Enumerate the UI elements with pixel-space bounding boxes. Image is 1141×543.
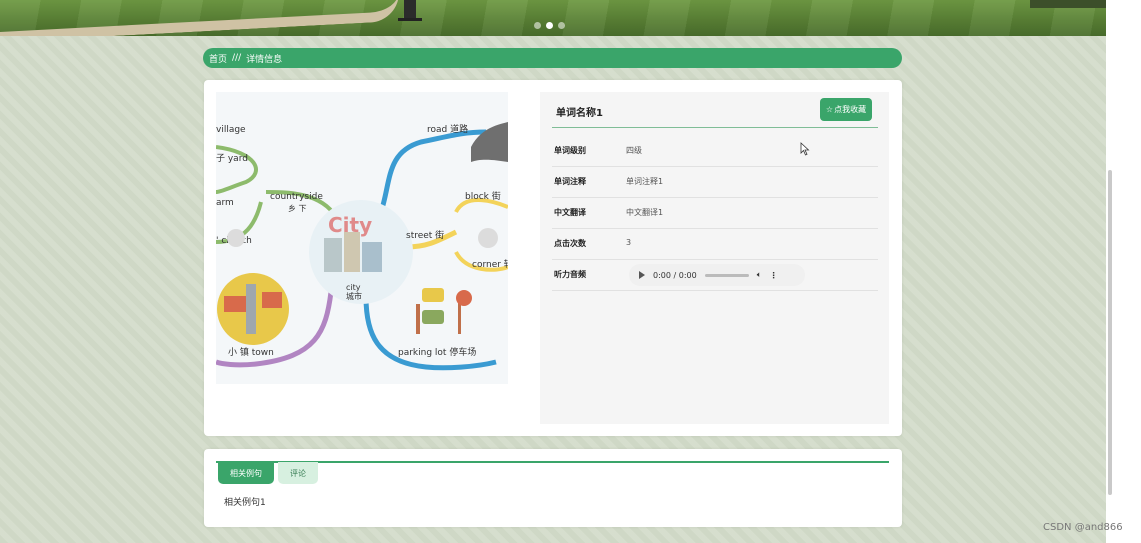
breadcrumb-separator: /// (232, 53, 242, 63)
breadcrumb-current: 详情信息 (246, 54, 283, 65)
word-image: City city 城市 village 子 yard arm ' church… (216, 92, 508, 384)
svg-text:city: city (346, 283, 361, 292)
banner-carousel (0, 0, 1106, 36)
audio-player[interactable]: 0:00 / 0:00 🔈︎ ⋮ (629, 264, 805, 286)
svg-text:小 镇 town: 小 镇 town (228, 346, 274, 358)
row-label: 中文翻译 (554, 208, 586, 217)
detail-row-clicks: 点击次数 3 (552, 229, 878, 260)
svg-text:城市: 城市 (346, 291, 362, 301)
svg-text:countryside: countryside (270, 192, 323, 202)
detail-row-translation: 中文翻译 中文翻译1 (552, 198, 878, 229)
scrollbar[interactable] (1108, 170, 1112, 495)
detail-row-audio: 听力音频 0:00 / 0:00 🔈︎ ⋮ (552, 260, 878, 291)
row-value: 四级 (626, 146, 642, 155)
watermark: CSDN @and866 (1043, 522, 1123, 533)
row-label: 单词级别 (554, 146, 586, 155)
detail-rows: 单词级别 四级 单词注释 单词注释1 中文翻译 中文翻译1 点击次数 3 听力音… (552, 136, 878, 291)
row-label: 点击次数 (554, 239, 586, 248)
detail-header: 单词名称1 ☆ 点我收藏 (552, 98, 878, 128)
row-value: 中文翻译1 (626, 208, 664, 217)
row-label: 单词注释 (554, 177, 586, 186)
favorite-button-label: 点我收藏 (834, 105, 867, 114)
more-options-icon[interactable]: ⋮ (770, 271, 778, 280)
detail-panel: 单词名称1 ☆ 点我收藏 单词级别 四级 单词注释 单词注释1 中文翻译 中文翻… (540, 92, 889, 424)
tab-comments[interactable]: 评论 (278, 462, 318, 484)
svg-text:block 街: block 街 (465, 190, 501, 202)
svg-text:road 道路: road 道路 (427, 123, 468, 135)
breadcrumb-home[interactable]: 首页 (209, 52, 227, 65)
svg-text:parking lot 停车场: parking lot 停车场 (398, 346, 476, 358)
row-label: 听力音频 (554, 270, 586, 279)
tabs-card: 相关例句 评论 相关例句1 (204, 449, 902, 527)
tab-content: 相关例句1 (224, 498, 266, 508)
volume-icon[interactable]: 🔈︎ (757, 270, 762, 280)
breadcrumb: 首页 /// 详情信息 (203, 48, 902, 68)
carousel-dots (534, 22, 565, 29)
svg-text:street 街: street 街 (406, 229, 444, 241)
star-icon: ☆ (825, 105, 834, 114)
favorite-button[interactable]: ☆ 点我收藏 (820, 98, 872, 121)
svg-text:corner 转: corner 转 (472, 258, 508, 270)
play-icon[interactable] (639, 271, 645, 279)
detail-card: City city 城市 village 子 yard arm ' church… (204, 80, 902, 436)
audio-time: 0:00 / 0:00 (653, 270, 697, 280)
audio-progress[interactable] (704, 273, 749, 277)
row-value: 3 (626, 238, 632, 247)
svg-text:village: village (216, 125, 246, 135)
word-title: 单词名称1 (556, 108, 603, 119)
carousel-dot[interactable] (534, 22, 541, 29)
tab-examples[interactable]: 相关例句 (218, 462, 274, 484)
carousel-dot-active[interactable] (546, 22, 553, 29)
svg-text:子 yard: 子 yard (216, 153, 248, 164)
carousel-dot[interactable] (558, 22, 565, 29)
detail-row-note: 单词注释 单词注释1 (552, 167, 878, 198)
detail-row-level: 单词级别 四级 (552, 136, 878, 167)
mouse-cursor-icon (800, 142, 810, 156)
svg-text:arm: arm (216, 198, 234, 208)
svg-text:乡 下: 乡 下 (288, 204, 307, 213)
row-value: 单词注释1 (626, 177, 664, 186)
